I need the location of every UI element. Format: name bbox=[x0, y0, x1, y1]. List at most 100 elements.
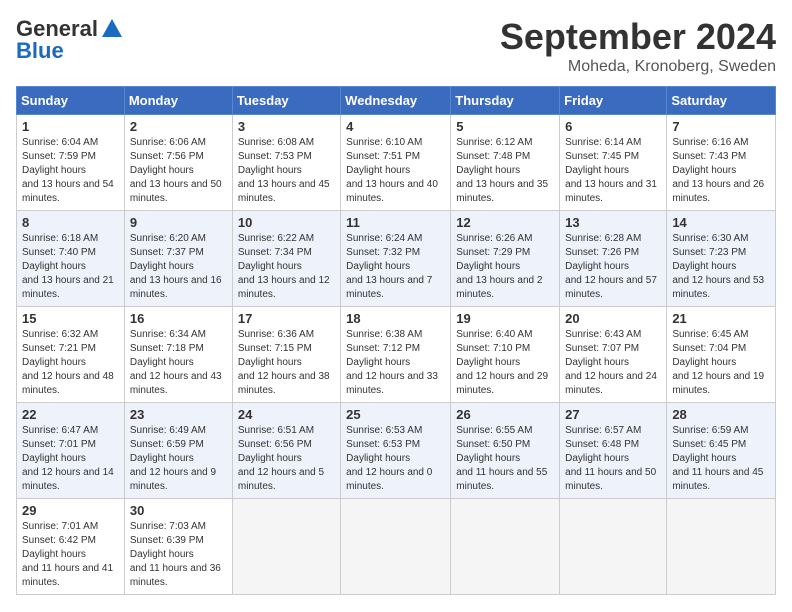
location: Moheda, Kronoberg, Sweden bbox=[500, 58, 776, 76]
calendar-cell: 9 Sunrise: 6:20 AMSunset: 7:37 PMDaylight… bbox=[124, 211, 232, 307]
day-number: 3 bbox=[238, 119, 335, 134]
logo-blue-text: Blue bbox=[16, 38, 64, 64]
day-detail: Sunrise: 6:47 AMSunset: 7:01 PMDaylight … bbox=[22, 424, 119, 494]
day-detail: Sunrise: 6:16 AMSunset: 7:43 PMDaylight … bbox=[672, 136, 770, 206]
day-detail: Sunrise: 6:22 AMSunset: 7:34 PMDaylight … bbox=[238, 232, 335, 302]
calendar-cell: 1 Sunrise: 6:04 AMSunset: 7:59 PMDaylight… bbox=[17, 115, 125, 211]
calendar-cell: 14Sunrise: 6:30 AMSunset: 7:23 PMDayligh… bbox=[667, 211, 776, 307]
day-number: 26 bbox=[456, 407, 554, 422]
calendar-cell: 5 Sunrise: 6:12 AMSunset: 7:48 PMDaylight… bbox=[451, 115, 560, 211]
calendar-cell: 23 Sunrise: 6:49 AMSunset: 6:59 PMDayligh… bbox=[124, 403, 232, 499]
calendar-cell: 17 Sunrise: 6:36 AMSunset: 7:15 PMDayligh… bbox=[232, 307, 340, 403]
day-detail: Sunrise: 6:28 AMSunset: 7:26 PMDaylight … bbox=[565, 232, 661, 302]
logo: General Blue bbox=[16, 16, 124, 64]
calendar-cell: 20 Sunrise: 6:43 AMSunset: 7:07 PMDayligh… bbox=[560, 307, 667, 403]
day-number: 18 bbox=[346, 311, 445, 326]
day-number: 6 bbox=[565, 119, 661, 134]
calendar-cell: 24Sunrise: 6:51 AMSunset: 6:56 PMDayligh… bbox=[232, 403, 340, 499]
day-detail: Sunrise: 6:24 AMSunset: 7:32 PMDaylight … bbox=[346, 232, 445, 302]
day-detail: Sunrise: 6:08 AMSunset: 7:53 PMDaylight … bbox=[238, 136, 335, 206]
calendar-cell: 21 Sunrise: 6:45 AMSunset: 7:04 PMDayligh… bbox=[667, 307, 776, 403]
day-detail: Sunrise: 6:36 AMSunset: 7:15 PMDaylight … bbox=[238, 328, 335, 398]
day-number: 8 bbox=[22, 215, 119, 230]
calendar-cell: 6 Sunrise: 6:14 AMSunset: 7:45 PMDaylight… bbox=[560, 115, 667, 211]
day-detail: Sunrise: 6:18 AMSunset: 7:40 PMDaylight … bbox=[22, 232, 119, 302]
day-number: 16 bbox=[130, 311, 227, 326]
logo-icon bbox=[100, 17, 124, 41]
weekday-header-friday: Friday bbox=[560, 87, 667, 115]
day-detail: Sunrise: 7:03 AMSunset: 6:39 PMDaylight … bbox=[130, 520, 227, 590]
day-detail: Sunrise: 6:06 AMSunset: 7:56 PMDaylight … bbox=[130, 136, 227, 206]
day-detail: Sunrise: 6:10 AMSunset: 7:51 PMDaylight … bbox=[346, 136, 445, 206]
calendar-cell: 26 Sunrise: 6:55 AMSunset: 6:50 PMDayligh… bbox=[451, 403, 560, 499]
day-number: 15 bbox=[22, 311, 119, 326]
day-detail: Sunrise: 6:57 AMSunset: 6:48 PMDaylight … bbox=[565, 424, 661, 494]
calendar-cell bbox=[451, 499, 560, 595]
calendar-cell: 7 Sunrise: 6:16 AMSunset: 7:43 PMDaylight… bbox=[667, 115, 776, 211]
calendar-week-3: 15 Sunrise: 6:32 AMSunset: 7:21 PMDayligh… bbox=[17, 307, 776, 403]
day-detail: Sunrise: 6:43 AMSunset: 7:07 PMDaylight … bbox=[565, 328, 661, 398]
day-detail: Sunrise: 6:55 AMSunset: 6:50 PMDaylight … bbox=[456, 424, 554, 494]
day-detail: Sunrise: 6:14 AMSunset: 7:45 PMDaylight … bbox=[565, 136, 661, 206]
calendar-cell: 10Sunrise: 6:22 AMSunset: 7:34 PMDayligh… bbox=[232, 211, 340, 307]
weekday-header-tuesday: Tuesday bbox=[232, 87, 340, 115]
calendar-week-4: 22 Sunrise: 6:47 AMSunset: 7:01 PMDayligh… bbox=[17, 403, 776, 499]
day-number: 9 bbox=[130, 215, 227, 230]
day-detail: Sunrise: 6:34 AMSunset: 7:18 PMDaylight … bbox=[130, 328, 227, 398]
day-number: 14 bbox=[672, 215, 770, 230]
day-detail: Sunrise: 6:04 AMSunset: 7:59 PMDaylight … bbox=[22, 136, 119, 206]
calendar-cell: 25 Sunrise: 6:53 AMSunset: 6:53 PMDayligh… bbox=[341, 403, 451, 499]
day-detail: Sunrise: 6:45 AMSunset: 7:04 PMDaylight … bbox=[672, 328, 770, 398]
day-number: 11 bbox=[346, 215, 445, 230]
day-detail: Sunrise: 6:20 AMSunset: 7:37 PMDaylight … bbox=[130, 232, 227, 302]
day-detail: Sunrise: 7:01 AMSunset: 6:42 PMDaylight … bbox=[22, 520, 119, 590]
day-detail: Sunrise: 6:26 AMSunset: 7:29 PMDaylight … bbox=[456, 232, 554, 302]
page-header: General Blue September 2024 Moheda, Kron… bbox=[16, 16, 776, 76]
calendar-cell: 15 Sunrise: 6:32 AMSunset: 7:21 PMDayligh… bbox=[17, 307, 125, 403]
calendar-cell bbox=[341, 499, 451, 595]
calendar-header-row: SundayMondayTuesdayWednesdayThursdayFrid… bbox=[17, 87, 776, 115]
calendar-cell: 16 Sunrise: 6:34 AMSunset: 7:18 PMDayligh… bbox=[124, 307, 232, 403]
calendar-week-2: 8 Sunrise: 6:18 AMSunset: 7:40 PMDaylight… bbox=[17, 211, 776, 307]
day-detail: Sunrise: 6:53 AMSunset: 6:53 PMDaylight … bbox=[346, 424, 445, 494]
calendar-cell: 2 Sunrise: 6:06 AMSunset: 7:56 PMDaylight… bbox=[124, 115, 232, 211]
calendar-week-1: 1 Sunrise: 6:04 AMSunset: 7:59 PMDaylight… bbox=[17, 115, 776, 211]
day-number: 13 bbox=[565, 215, 661, 230]
calendar-cell: 28 Sunrise: 6:59 AMSunset: 6:45 PMDayligh… bbox=[667, 403, 776, 499]
day-detail: Sunrise: 6:59 AMSunset: 6:45 PMDaylight … bbox=[672, 424, 770, 494]
day-number: 25 bbox=[346, 407, 445, 422]
calendar-cell: 18 Sunrise: 6:38 AMSunset: 7:12 PMDayligh… bbox=[341, 307, 451, 403]
day-detail: Sunrise: 6:38 AMSunset: 7:12 PMDaylight … bbox=[346, 328, 445, 398]
day-number: 22 bbox=[22, 407, 119, 422]
day-number: 30 bbox=[130, 503, 227, 518]
calendar-cell: 11 Sunrise: 6:24 AMSunset: 7:32 PMDayligh… bbox=[341, 211, 451, 307]
day-number: 4 bbox=[346, 119, 445, 134]
weekday-header-thursday: Thursday bbox=[451, 87, 560, 115]
day-number: 1 bbox=[22, 119, 119, 134]
day-number: 2 bbox=[130, 119, 227, 134]
day-detail: Sunrise: 6:12 AMSunset: 7:48 PMDaylight … bbox=[456, 136, 554, 206]
day-number: 5 bbox=[456, 119, 554, 134]
day-number: 19 bbox=[456, 311, 554, 326]
day-number: 28 bbox=[672, 407, 770, 422]
day-detail: Sunrise: 6:32 AMSunset: 7:21 PMDaylight … bbox=[22, 328, 119, 398]
calendar-cell bbox=[560, 499, 667, 595]
calendar-week-5: 29Sunrise: 7:01 AMSunset: 6:42 PMDayligh… bbox=[17, 499, 776, 595]
calendar-cell: 30 Sunrise: 7:03 AMSunset: 6:39 PMDayligh… bbox=[124, 499, 232, 595]
day-detail: Sunrise: 6:49 AMSunset: 6:59 PMDaylight … bbox=[130, 424, 227, 494]
day-number: 17 bbox=[238, 311, 335, 326]
day-number: 27 bbox=[565, 407, 661, 422]
calendar-cell: 12Sunrise: 6:26 AMSunset: 7:29 PMDayligh… bbox=[451, 211, 560, 307]
day-number: 20 bbox=[565, 311, 661, 326]
calendar-cell: 22 Sunrise: 6:47 AMSunset: 7:01 PMDayligh… bbox=[17, 403, 125, 499]
weekday-header-monday: Monday bbox=[124, 87, 232, 115]
day-detail: Sunrise: 6:40 AMSunset: 7:10 PMDaylight … bbox=[456, 328, 554, 398]
calendar-cell: 19 Sunrise: 6:40 AMSunset: 7:10 PMDayligh… bbox=[451, 307, 560, 403]
weekday-header-wednesday: Wednesday bbox=[341, 87, 451, 115]
day-number: 23 bbox=[130, 407, 227, 422]
calendar-cell: 29Sunrise: 7:01 AMSunset: 6:42 PMDayligh… bbox=[17, 499, 125, 595]
day-number: 21 bbox=[672, 311, 770, 326]
calendar-cell bbox=[667, 499, 776, 595]
calendar-cell: 27 Sunrise: 6:57 AMSunset: 6:48 PMDayligh… bbox=[560, 403, 667, 499]
day-number: 7 bbox=[672, 119, 770, 134]
